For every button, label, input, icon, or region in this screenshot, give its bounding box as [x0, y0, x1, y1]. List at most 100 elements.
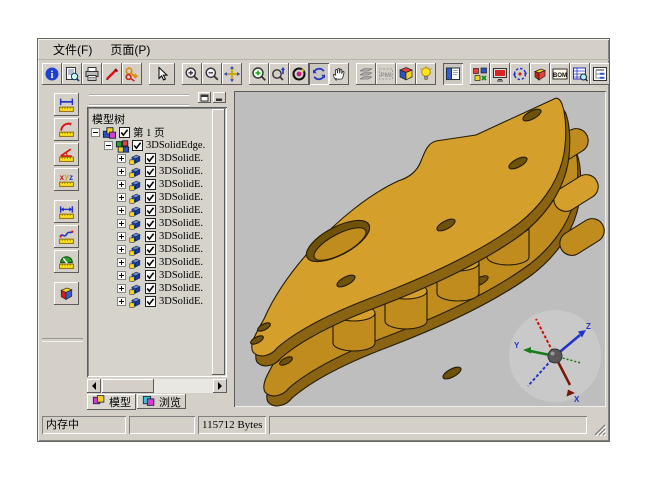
- pmi-icon: PMI: [378, 66, 394, 82]
- zoom-in-button[interactable]: [182, 63, 202, 85]
- model-canvas[interactable]: Z X Y: [234, 91, 606, 407]
- expand-icon[interactable]: [117, 154, 126, 163]
- measure-horizontal-icon: [58, 96, 75, 113]
- checkbox-checked[interactable]: [119, 127, 130, 138]
- resize-grip-icon[interactable]: [593, 421, 607, 437]
- part-icon: [128, 282, 143, 296]
- checkbox-checked[interactable]: [145, 179, 156, 190]
- checkbox-checked[interactable]: [145, 166, 156, 177]
- checkbox-checked[interactable]: [132, 140, 143, 151]
- measure-solid-button[interactable]: [54, 282, 79, 305]
- scroll-right-button[interactable]: [213, 379, 227, 393]
- toolbar: i PMI BOM: [38, 59, 609, 87]
- zoom-window-icon: [251, 66, 267, 82]
- tree-vertical-scrollbar[interactable]: [212, 109, 225, 375]
- expand-icon[interactable]: [117, 271, 126, 280]
- scrollbar-thumb[interactable]: [102, 379, 154, 393]
- part-icon: [128, 269, 143, 283]
- orbit-button[interactable]: [289, 63, 309, 85]
- zoom-out-button[interactable]: [202, 63, 222, 85]
- refresh-button[interactable]: [309, 63, 329, 85]
- scrollbar-thumb[interactable]: [212, 109, 225, 375]
- gauge-button[interactable]: [54, 250, 79, 273]
- rotate-icon: [512, 66, 528, 82]
- solid-view-button[interactable]: [530, 63, 550, 85]
- lighting-button[interactable]: [416, 63, 436, 85]
- pmi-button[interactable]: PMI: [376, 63, 396, 85]
- measure-curve-button[interactable]: [54, 225, 79, 248]
- print-preview-button[interactable]: [62, 63, 82, 85]
- tree-view-button[interactable]: [590, 63, 610, 85]
- expand-icon[interactable]: [117, 219, 126, 228]
- axis-y-label: Y: [514, 341, 520, 350]
- collapse-icon[interactable]: [91, 128, 100, 137]
- select-button[interactable]: [149, 63, 175, 85]
- tree-horizontal-scrollbar[interactable]: [87, 379, 227, 393]
- zoom-window-button[interactable]: [249, 63, 269, 85]
- axis-triad: Z X Y: [509, 310, 601, 404]
- panel-icon: [445, 66, 461, 82]
- tab-browse[interactable]: 浏览: [137, 394, 186, 409]
- panel-tabs: 模型浏览: [87, 394, 187, 410]
- expand-icon[interactable]: [117, 297, 126, 306]
- panel-toggle-button[interactable]: [443, 63, 463, 85]
- menu-item[interactable]: 文件(F): [44, 39, 101, 60]
- expand-icon[interactable]: [117, 180, 126, 189]
- measure-distance-button[interactable]: [54, 200, 79, 223]
- checkbox-checked[interactable]: [145, 205, 156, 216]
- collapse-icon[interactable]: [104, 141, 113, 150]
- expand-icon[interactable]: [117, 206, 126, 215]
- checkbox-checked[interactable]: [145, 296, 156, 307]
- measure-radius-button[interactable]: [54, 118, 79, 141]
- expand-icon[interactable]: [117, 167, 126, 176]
- axis-z-label: Z: [586, 322, 591, 331]
- expand-icon[interactable]: [117, 193, 126, 202]
- checkbox-checked[interactable]: [145, 231, 156, 242]
- view-cube-button[interactable]: [396, 63, 416, 85]
- layers-button[interactable]: [356, 63, 376, 85]
- checkbox-checked[interactable]: [145, 192, 156, 203]
- pan-hand-button[interactable]: [329, 63, 349, 85]
- panel-hide-button[interactable]: [213, 92, 226, 103]
- checkbox-checked[interactable]: [145, 270, 156, 281]
- checkbox-checked[interactable]: [145, 244, 156, 255]
- components-button[interactable]: [470, 63, 490, 85]
- report-button[interactable]: [570, 63, 590, 85]
- panel-drag-handle[interactable]: [89, 94, 189, 106]
- info-button[interactable]: i: [42, 63, 62, 85]
- measure-angle-button[interactable]: [54, 143, 79, 166]
- panel-float-button[interactable]: [198, 92, 211, 103]
- checkbox-checked[interactable]: [145, 153, 156, 164]
- rotate-view-button[interactable]: [510, 63, 530, 85]
- part-icon: [128, 217, 143, 231]
- expand-icon[interactable]: [117, 284, 126, 293]
- scroll-left-button[interactable]: [87, 379, 101, 393]
- measure-coordinate-button[interactable]: xyz: [54, 168, 79, 191]
- tree-item-label: 3DSolidE.: [159, 283, 203, 294]
- bom-button[interactable]: BOM: [550, 63, 570, 85]
- redline-button[interactable]: [102, 63, 122, 85]
- report-icon: [572, 66, 588, 82]
- permissions-button[interactable]: [122, 63, 142, 85]
- checkbox-checked[interactable]: [145, 257, 156, 268]
- pan-axes-button[interactable]: [222, 63, 242, 85]
- side-toolbar-separator: [42, 338, 83, 342]
- tree-item-label: 3DSolidE.: [159, 218, 203, 229]
- expand-icon[interactable]: [117, 245, 126, 254]
- status-field: 内存中: [42, 416, 126, 434]
- tree-item-label: 3DSolidE.: [159, 231, 203, 242]
- menu-item[interactable]: 页面(P): [101, 39, 159, 60]
- tab-model[interactable]: 模型: [87, 394, 136, 410]
- measure-solid-icon: [58, 285, 75, 302]
- bottom-plate-hole: [441, 365, 462, 381]
- capture-button[interactable]: [490, 63, 510, 85]
- print-button[interactable]: [82, 63, 102, 85]
- svg-text:i: i: [51, 70, 54, 81]
- checkbox-checked[interactable]: [145, 283, 156, 294]
- viewport-3d[interactable]: Z X Y: [234, 91, 606, 407]
- checkbox-checked[interactable]: [145, 218, 156, 229]
- expand-icon[interactable]: [117, 258, 126, 267]
- measure-horizontal-button[interactable]: [54, 93, 79, 116]
- dynamic-zoom-button[interactable]: [269, 63, 289, 85]
- expand-icon[interactable]: [117, 232, 126, 241]
